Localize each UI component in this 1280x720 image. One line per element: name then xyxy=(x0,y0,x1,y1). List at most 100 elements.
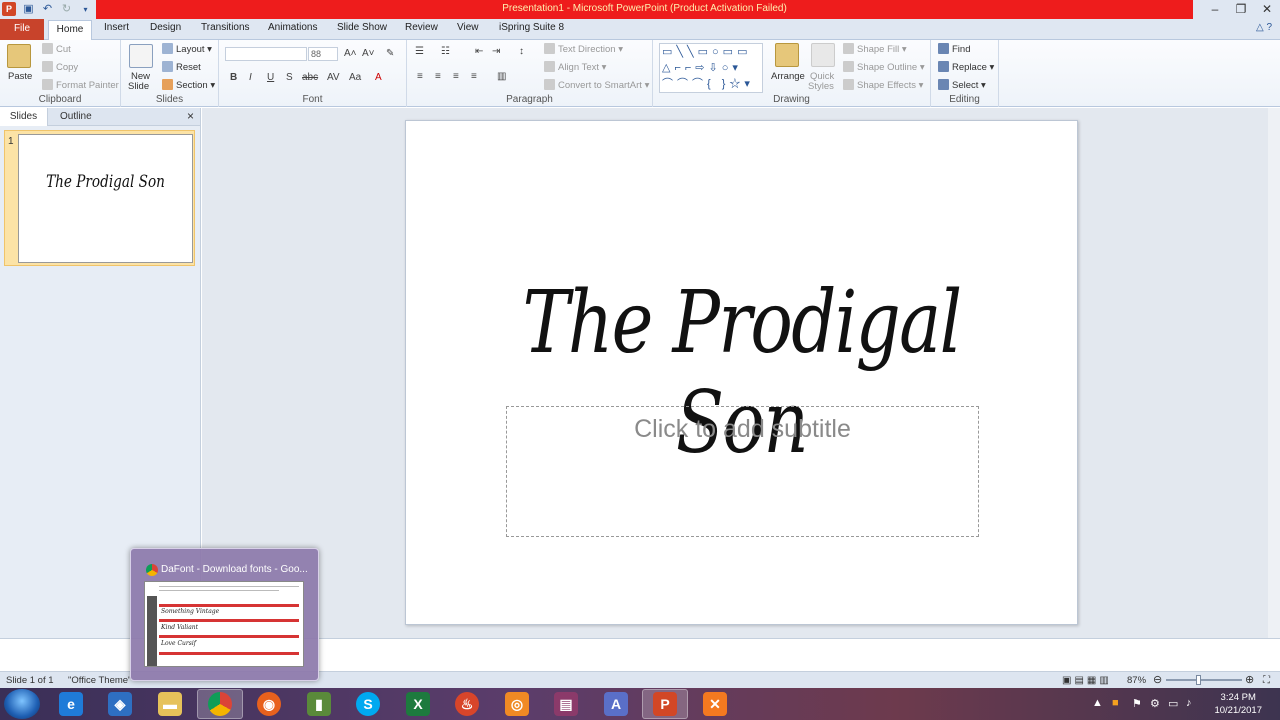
line-spacing-icon[interactable]: ↕ xyxy=(519,46,524,57)
customize-qat-icon[interactable]: ▾ xyxy=(79,3,92,16)
reset-button[interactable]: Reset xyxy=(162,61,201,73)
undo-icon[interactable]: ↶ xyxy=(41,3,54,16)
shrink-font-icon[interactable]: A˅ xyxy=(362,48,375,59)
columns-icon[interactable]: ▥ xyxy=(497,71,506,82)
minimize-button[interactable]: – xyxy=(1202,0,1228,19)
start-button[interactable] xyxy=(4,689,40,719)
taskbar-app-blue[interactable]: A xyxy=(593,689,639,719)
save-icon[interactable]: ▣ xyxy=(22,3,35,16)
tab-slides[interactable]: Slides xyxy=(0,108,48,126)
tab-review[interactable]: Review xyxy=(405,22,438,33)
shadow-button[interactable]: S xyxy=(286,72,293,83)
maximize-button[interactable]: ❐ xyxy=(1228,0,1254,19)
numbering-icon[interactable]: ☷ xyxy=(441,46,450,57)
display-icon[interactable]: ▭ xyxy=(1168,697,1178,710)
align-left-icon[interactable]: ≡ xyxy=(417,71,423,82)
increase-indent-icon[interactable]: ⇥ xyxy=(492,46,500,57)
taskbar-powerpoint[interactable]: P xyxy=(642,689,688,719)
shape-fill-button[interactable]: Shape Fill ▾ xyxy=(843,43,907,55)
tab-view[interactable]: View xyxy=(457,22,479,33)
layout-button[interactable]: Layout ▾ xyxy=(162,43,212,55)
bold-button[interactable]: B xyxy=(230,72,237,83)
justify-icon[interactable]: ≡ xyxy=(471,71,477,82)
bullets-icon[interactable]: ☰ xyxy=(415,46,424,57)
taskbar-burn[interactable]: ♨ xyxy=(444,689,490,719)
grow-font-icon[interactable]: A˄ xyxy=(344,48,357,59)
zoom-slider-thumb[interactable] xyxy=(1196,675,1201,685)
tab-home[interactable]: Home xyxy=(48,20,92,41)
show-hidden-icons-icon[interactable]: ▲ xyxy=(1092,697,1103,709)
tab-animations[interactable]: Animations xyxy=(268,22,317,33)
tab-outline[interactable]: Outline xyxy=(60,111,92,122)
replace-button[interactable]: Replace ▾ xyxy=(938,61,994,73)
paste-icon[interactable] xyxy=(7,44,31,68)
zoom-slider-track[interactable] xyxy=(1166,679,1242,681)
change-case-icon[interactable]: Aa xyxy=(349,72,361,83)
font-color-icon[interactable]: A xyxy=(375,72,382,83)
subtitle-placeholder[interactable]: Click to add subtitle xyxy=(506,406,979,537)
arrange-icon[interactable] xyxy=(775,43,799,67)
paste-button[interactable]: Paste xyxy=(8,71,32,82)
taskbar-network[interactable]: ◈ xyxy=(97,689,143,719)
close-button[interactable]: ✕ xyxy=(1254,0,1280,19)
strikethrough-button[interactable]: abc xyxy=(302,72,318,83)
shapes-gallery[interactable]: ▭╲╲▭○▭▭ △⌐⌐⇨⇩○▾ ⌒⌒⌒{ }☆▾ xyxy=(659,43,763,93)
find-button[interactable]: Find xyxy=(938,43,970,55)
taskbar-excel[interactable]: X xyxy=(395,689,441,719)
quick-styles-label-2[interactable]: Styles xyxy=(808,81,834,92)
taskbar-task-manager[interactable]: ▮ xyxy=(296,689,342,719)
convert-smartart-button[interactable]: Convert to SmartArt ▾ xyxy=(544,79,649,91)
shape-effects-button[interactable]: Shape Effects ▾ xyxy=(843,79,923,91)
help-icon[interactable]: △ ? xyxy=(1256,22,1272,33)
align-center-icon[interactable]: ≡ xyxy=(435,71,441,82)
zoom-in-icon[interactable]: ⊕ xyxy=(1245,673,1254,686)
zoom-out-icon[interactable]: ⊖ xyxy=(1153,673,1162,686)
vertical-scrollbar[interactable] xyxy=(1268,108,1280,638)
font-name-input[interactable] xyxy=(225,47,307,61)
new-slide-icon[interactable] xyxy=(129,44,153,68)
taskbar-firefox[interactable]: ◉ xyxy=(246,689,292,719)
shape-outline-button[interactable]: Shape Outline ▾ xyxy=(843,61,925,73)
preview-thumbnail[interactable]: Something Vintage Kind Valiant Love Curs… xyxy=(144,581,304,667)
underline-button[interactable]: U xyxy=(267,72,274,83)
taskbar-winrar[interactable]: ▤ xyxy=(543,689,589,719)
tab-slide-show[interactable]: Slide Show xyxy=(337,22,387,33)
font-size-input[interactable]: 88 xyxy=(308,47,338,61)
taskbar-app-orange[interactable]: ◎ xyxy=(494,689,540,719)
taskbar-skype[interactable]: S xyxy=(345,689,391,719)
quick-styles-icon[interactable] xyxy=(811,43,835,67)
settings-tray-icon[interactable]: ⚙ xyxy=(1150,697,1160,710)
zoom-level[interactable]: 87% xyxy=(1127,675,1146,686)
clear-formatting-icon[interactable]: ✎ xyxy=(386,48,394,59)
italic-button[interactable]: I xyxy=(249,72,252,83)
redo-icon[interactable]: ↻ xyxy=(60,3,73,16)
volume-icon[interactable]: ♪ xyxy=(1186,697,1192,709)
tab-file[interactable]: File xyxy=(0,19,44,40)
close-panel-icon[interactable]: × xyxy=(187,109,194,123)
copy-button[interactable]: Copy xyxy=(42,61,78,73)
align-text-button[interactable]: Align Text ▾ xyxy=(544,61,606,73)
new-slide-label-2[interactable]: Slide xyxy=(128,81,149,92)
arrange-button[interactable]: Arrange xyxy=(771,71,805,82)
char-spacing-icon[interactable]: AV xyxy=(327,72,340,83)
tab-insert[interactable]: Insert xyxy=(104,22,129,33)
tab-transitions[interactable]: Transitions xyxy=(201,22,250,33)
clock[interactable]: 3:24 PM 10/21/2017 xyxy=(1214,691,1262,717)
slide[interactable]: The Prodigal Son Click to add subtitle xyxy=(405,120,1078,625)
tab-ispring[interactable]: iSpring Suite 8 xyxy=(499,22,564,33)
cut-button[interactable]: Cut xyxy=(42,43,71,55)
taskbar-ie[interactable]: e xyxy=(48,689,94,719)
decrease-indent-icon[interactable]: ⇤ xyxy=(475,46,483,57)
section-button[interactable]: Section ▾ xyxy=(162,79,215,91)
view-buttons[interactable]: ▣▤▦▥ xyxy=(1062,675,1112,686)
select-button[interactable]: Select ▾ xyxy=(938,79,986,91)
xampp-tray-icon[interactable]: ■ xyxy=(1112,697,1119,709)
format-painter-button[interactable]: Format Painter xyxy=(42,79,119,91)
text-direction-button[interactable]: Text Direction ▾ xyxy=(544,43,623,55)
powerpoint-logo-icon[interactable]: P xyxy=(2,2,16,16)
align-right-icon[interactable]: ≡ xyxy=(453,71,459,82)
slide-thumbnail[interactable]: The Prodigal Son xyxy=(18,134,193,263)
tab-design[interactable]: Design xyxy=(150,22,181,33)
taskbar-preview-popup[interactable]: DaFont - Download fonts - Goo... Somethi… xyxy=(130,548,319,681)
taskbar-explorer[interactable]: ▬ xyxy=(147,689,193,719)
